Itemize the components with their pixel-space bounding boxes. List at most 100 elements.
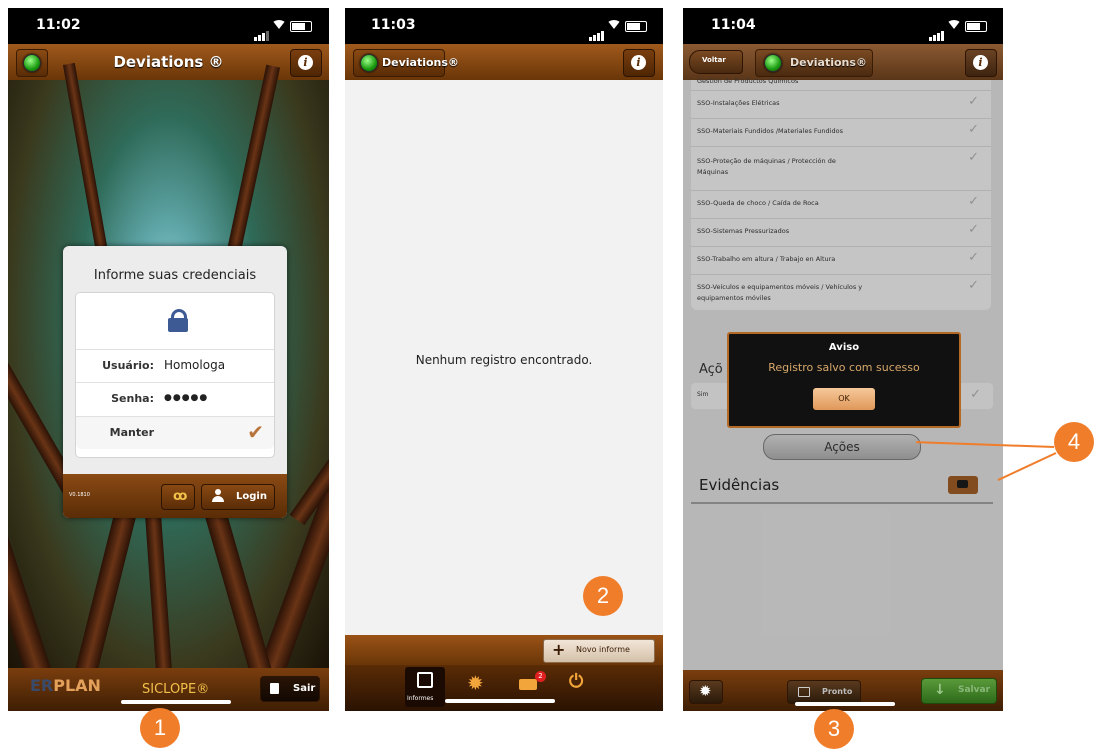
share-icon <box>798 687 810 697</box>
keep-label: Manter <box>109 426 154 439</box>
exit-button[interactable]: Sair <box>260 676 320 702</box>
alert-dialog: Aviso Registro salvo com sucesso OK <box>727 332 961 428</box>
info-button[interactable]: i <box>965 49 997 77</box>
signal-icon <box>589 22 605 41</box>
user-icon <box>212 489 224 503</box>
status-time: 11:02 <box>36 17 81 33</box>
callout-arrow <box>997 452 1057 481</box>
dialog-footer: V0.1810 ꝏ Login <box>63 474 287 518</box>
signal-icon <box>929 22 945 41</box>
lock-icon <box>168 309 188 332</box>
battery-icon <box>290 21 312 32</box>
status-bar: 11:03 <box>345 8 663 44</box>
inbox-tab[interactable]: 2 <box>515 671 551 701</box>
status-bar: 11:04 <box>683 8 1003 44</box>
tab-bar: Informes ✹ 2 ⏻ <box>345 665 663 711</box>
new-report-button[interactable]: + Novo informe <box>543 639 655 663</box>
signal-icon <box>254 22 270 41</box>
alert-ok-button[interactable]: OK <box>813 388 875 410</box>
ribbon-button[interactable]: ꝏ <box>161 484 195 510</box>
empty-message: Nenhum registro encontrado. <box>415 353 593 367</box>
battery-icon <box>965 21 987 32</box>
password-label: Senha: <box>111 392 154 405</box>
info-icon: i <box>631 55 646 70</box>
app-title: Deviations® <box>790 56 867 69</box>
app-title: Deviations ® <box>113 53 224 71</box>
version-label: V0.1810 <box>69 492 90 498</box>
edit-icon <box>417 672 433 688</box>
erplan-logo: ERPLAN <box>30 676 101 695</box>
logo-prefix: ER <box>30 676 54 695</box>
down-arrow-icon: ↓ <box>934 682 946 698</box>
detail-body: Gestión de Productos Químicos SSO-Instal… <box>683 77 1003 670</box>
status-bar: 11:02 <box>8 8 329 44</box>
battery-icon <box>625 21 647 32</box>
logo-text: PLAN <box>53 676 101 695</box>
tab-informes[interactable]: Informes <box>405 667 445 707</box>
password-row[interactable]: Senha: ●●●●● <box>76 382 274 415</box>
alert-title: Aviso <box>828 342 860 353</box>
siclope-label: SICLOPE® <box>142 682 210 697</box>
green-led-icon <box>764 54 782 72</box>
back-label: Voltar <box>702 56 726 64</box>
login-screen: 11:02 Deviations ® i Informe suas creden… <box>8 8 329 711</box>
status-led-button[interactable]: Deviations® <box>755 49 873 77</box>
inbox-badge: 2 <box>535 671 546 682</box>
tree-trunk <box>289 170 329 526</box>
credentials-panel: Usuário: Homologa Senha: ●●●●● Manter ✔ <box>75 292 275 458</box>
salvar-label: Salvar <box>958 685 991 695</box>
username-field[interactable]: Homologa <box>164 358 225 372</box>
credentials-dialog: Informe suas credenciais Usuário: Homolo… <box>63 246 287 518</box>
status-led-button[interactable]: Deviations® <box>353 49 459 77</box>
detail-screen: 11:04 Voltar Deviations® i Gestión de Pr… <box>683 8 1003 711</box>
info-button[interactable]: i <box>290 49 322 77</box>
salvar-button[interactable]: ↓ Salvar <box>921 678 997 704</box>
info-button[interactable]: i <box>623 49 655 77</box>
green-led-icon <box>360 54 378 72</box>
gear-icon: ✹ <box>699 682 712 700</box>
callout-1: 1 <box>140 708 180 748</box>
new-report-label: Novo informe <box>576 645 630 654</box>
list-footer: + Novo informe <box>345 635 663 665</box>
power-icon[interactable]: ⏻ <box>569 671 583 692</box>
status-time: 11:04 <box>711 17 756 33</box>
callout-3: 3 <box>814 709 854 749</box>
alert-ok-label: OK <box>838 394 850 403</box>
home-indicator <box>121 700 231 704</box>
bottom-bar: ERPLAN SICLOPE® Sair <box>8 668 329 711</box>
ribbon-icon: ꝏ <box>173 489 188 504</box>
login-button[interactable]: Login <box>201 484 275 510</box>
plus-icon: + <box>552 640 566 659</box>
gear-icon[interactable]: ✹ <box>467 671 484 695</box>
app-title: Deviations® <box>382 56 459 69</box>
app-header: Deviations ® i <box>8 44 329 81</box>
keep-row[interactable]: Manter ✔ <box>76 416 274 449</box>
password-field[interactable]: ●●●●● <box>164 393 208 403</box>
username-row[interactable]: Usuário: Homologa <box>76 349 274 382</box>
exit-label: Sair <box>293 683 316 694</box>
wifi-icon <box>607 20 621 29</box>
info-icon: i <box>973 55 988 70</box>
detail-footer: ✹ Pronto ↓ Salvar <box>683 670 1003 711</box>
exit-icon <box>270 683 279 694</box>
wifi-icon <box>947 20 961 29</box>
dialog-title: Informe suas credenciais <box>93 268 257 283</box>
username-label: Usuário: <box>102 359 154 372</box>
status-time: 11:03 <box>371 17 416 33</box>
back-button[interactable]: Voltar <box>689 50 743 74</box>
checkmark-icon[interactable]: ✔ <box>247 420 264 444</box>
info-icon: i <box>298 55 313 70</box>
home-indicator <box>795 702 895 706</box>
settings-button[interactable]: ✹ <box>689 680 723 704</box>
app-header: Deviations® i <box>345 44 663 81</box>
login-label: Login <box>236 491 267 502</box>
inbox-icon <box>519 679 537 690</box>
tab-informes-label: Informes <box>407 695 434 702</box>
alert-message: Registro salvo com sucesso <box>768 361 920 374</box>
pronto-button[interactable]: Pronto <box>787 680 861 704</box>
wifi-icon <box>272 20 286 29</box>
callout-4: 4 <box>1054 422 1094 462</box>
callout-2: 2 <box>583 576 623 616</box>
report-list: Nenhum registro encontrado. <box>345 80 663 635</box>
home-indicator <box>445 699 555 703</box>
